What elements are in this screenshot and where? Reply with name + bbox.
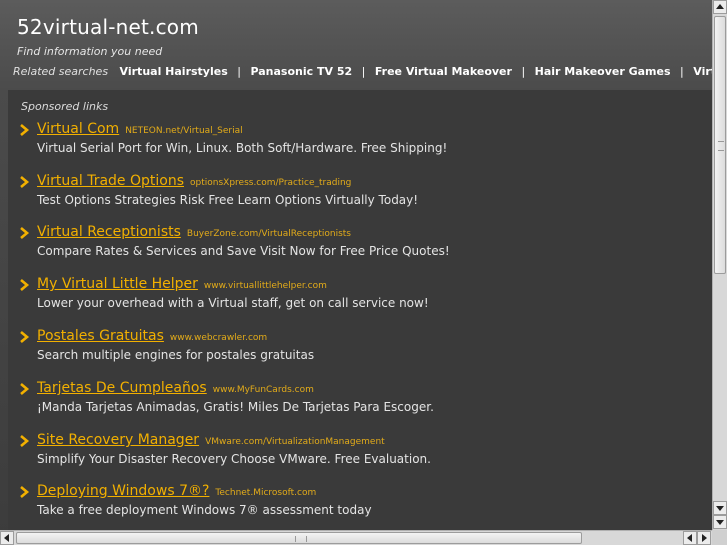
- ad-title[interactable]: My Virtual Little Helper: [37, 276, 198, 292]
- sponsored-links-panel: Sponsored links Virtual Com NETEON.net/Vi…: [8, 90, 712, 530]
- ad-description: ¡Manda Tarjetas Animadas, Gratis! Miles …: [37, 400, 434, 414]
- ad-title-link[interactable]: My Virtual Little Helper www.virtuallittl…: [37, 276, 327, 292]
- ad-title[interactable]: Virtual Trade Options: [37, 173, 184, 189]
- ad-title-link[interactable]: Deploying Windows 7®? Technet.Microsoft.c…: [37, 483, 316, 499]
- related-separator: |: [680, 65, 684, 78]
- ad-description: Search multiple engines for postales gra…: [37, 348, 315, 362]
- scrollbar-corner: [712, 530, 727, 545]
- ad-title-link[interactable]: Site Recovery Manager VMware.com/Virtuali…: [37, 432, 385, 448]
- chevron-right-icon: [20, 486, 30, 498]
- vertical-scroll-thumb[interactable]: [714, 16, 726, 274]
- sponsored-label: Sponsored links: [21, 100, 109, 113]
- ad-url[interactable]: www.MyFunCards.com: [213, 385, 314, 395]
- arrow-down-icon[interactable]: [713, 501, 727, 515]
- ad-title[interactable]: Deploying Windows 7®?: [37, 483, 209, 499]
- related-searches-bar: Related searches Virtual Hairstyles | Pa…: [13, 65, 712, 78]
- ad-title[interactable]: Virtual Com: [37, 121, 119, 137]
- related-link-panasonic-tv[interactable]: Panasonic TV 52: [250, 65, 352, 78]
- ad-description: Test Options Strategies Risk Free Learn …: [37, 193, 419, 207]
- ad-description: Compare Rates & Services and Save Visit …: [37, 244, 450, 258]
- arrow-up-icon[interactable]: [713, 0, 727, 14]
- chevron-right-icon: [20, 383, 30, 395]
- tagline: Find information you need: [17, 45, 163, 58]
- ad-description: Lower your overhead with a Virtual staff…: [37, 296, 429, 310]
- arrow-left-icon[interactable]: [0, 531, 14, 545]
- ad-title-link[interactable]: Virtual Com NETEON.net/Virtual_Serial: [37, 121, 243, 137]
- chevron-right-icon: [20, 435, 30, 447]
- chevron-right-icon: [20, 176, 30, 188]
- ad-title[interactable]: Virtual Receptionists: [37, 224, 181, 240]
- ad-title[interactable]: Tarjetas De Cumpleaños: [37, 380, 207, 396]
- ad-url[interactable]: VMware.com/VirtualizationManagement: [205, 437, 385, 447]
- ad-title[interactable]: Postales Gratuitas: [37, 328, 164, 344]
- arrow-left-icon[interactable]: [683, 531, 697, 545]
- related-searches-label: Related searches: [13, 65, 109, 78]
- related-link-free-virtual-makeover[interactable]: Free Virtual Makeover: [375, 65, 512, 78]
- related-link-virtual-hairstyles[interactable]: Virtual Hairstyles: [120, 65, 228, 78]
- site-title[interactable]: 52virtual-net.com: [17, 15, 199, 39]
- arrow-right-icon[interactable]: [697, 531, 711, 545]
- ad-url[interactable]: optionsXpress.com/Practice_trading: [190, 178, 351, 188]
- ad-title-link[interactable]: Postales Gratuitas www.webcrawler.com: [37, 328, 267, 344]
- ad-description: Take a free deployment Windows 7® assess…: [37, 503, 372, 517]
- scroll-grip: [718, 141, 724, 151]
- related-link-hair-makeover-games[interactable]: Hair Makeover Games: [535, 65, 671, 78]
- ad-url[interactable]: Technet.Microsoft.com: [215, 488, 316, 498]
- chevron-right-icon: [20, 279, 30, 291]
- ad-title-link[interactable]: Virtual Trade Options optionsXpress.com/P…: [37, 173, 351, 189]
- horizontal-scrollbar[interactable]: [0, 530, 712, 545]
- horizontal-scroll-thumb[interactable]: [16, 532, 582, 544]
- ad-url[interactable]: www.virtuallittlehelper.com: [204, 281, 327, 291]
- page-viewport: 52virtual-net.com Find information you n…: [0, 0, 712, 530]
- related-separator: |: [521, 65, 526, 78]
- related-link-virtual-net-au[interactable]: Virtual Net Au: [693, 65, 712, 78]
- chevron-right-icon: [20, 124, 30, 136]
- chevron-right-icon: [20, 331, 30, 343]
- ad-url[interactable]: NETEON.net/Virtual_Serial: [125, 126, 242, 136]
- vertical-scrollbar[interactable]: [712, 0, 727, 530]
- ad-description: Virtual Serial Port for Win, Linux. Both…: [37, 141, 448, 155]
- ad-url[interactable]: www.webcrawler.com: [170, 333, 267, 343]
- ad-title[interactable]: Site Recovery Manager: [37, 432, 199, 448]
- related-separator: |: [361, 65, 366, 78]
- ad-description: Simplify Your Disaster Recovery Choose V…: [37, 452, 431, 466]
- chevron-right-icon: [20, 227, 30, 239]
- arrow-down-icon[interactable]: [713, 515, 727, 529]
- scroll-grip: [295, 536, 307, 542]
- related-separator: |: [237, 65, 241, 78]
- ad-title-link[interactable]: Tarjetas De Cumpleaños www.MyFunCards.com: [37, 380, 314, 396]
- ad-url[interactable]: BuyerZone.com/VirtualReceptionists: [187, 229, 351, 239]
- ad-title-link[interactable]: Virtual Receptionists BuyerZone.com/Virtu…: [37, 224, 351, 240]
